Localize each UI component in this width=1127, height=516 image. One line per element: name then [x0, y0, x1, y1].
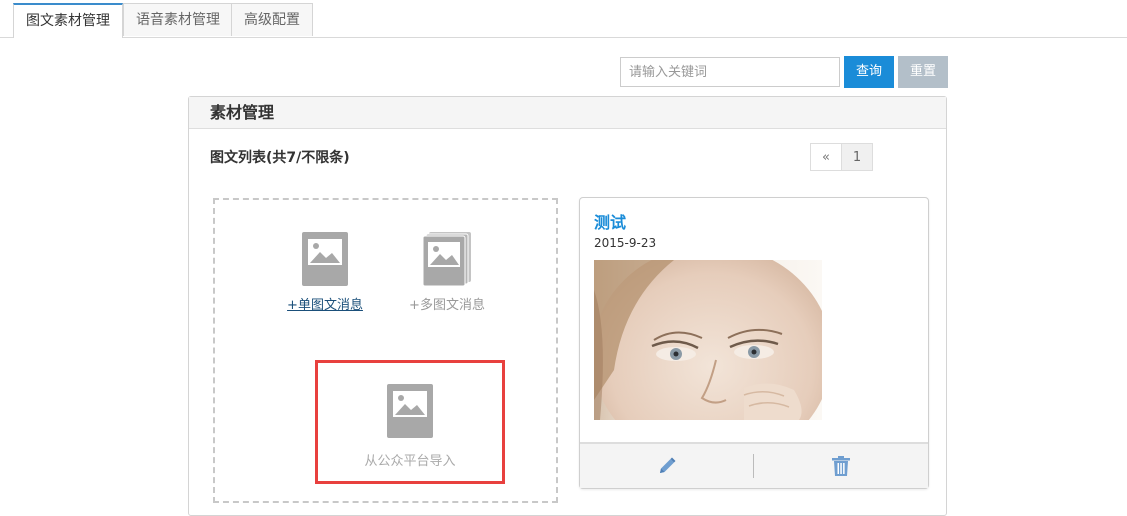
material-panel: 素材管理 图文列表(共7/不限条) « 1 +单图文消息 +多图文消息 从公众平… — [188, 96, 947, 516]
multi-image-icon — [423, 232, 471, 286]
pager-prev-button[interactable]: « — [810, 143, 842, 171]
import-label: 从公众平台导入 — [364, 454, 456, 469]
image-icon — [387, 384, 433, 438]
add-material-area: +单图文消息 +多图文消息 从公众平台导入 — [213, 198, 558, 503]
list-title: 图文列表(共7/不限条) — [210, 150, 350, 166]
article-title[interactable]: 测试 — [594, 209, 626, 233]
tab-voice-material[interactable]: 语音素材管理 — [123, 3, 233, 36]
article-card: 测试 2015-9-23 — [579, 197, 929, 489]
pagination: « 1 — [810, 143, 873, 171]
query-button[interactable]: 查询 — [844, 56, 894, 88]
pager-page-1[interactable]: 1 — [841, 143, 873, 171]
article-date: 2015-9-23 — [594, 236, 657, 250]
tab-bar: 图文素材管理 语音素材管理 高级配置 — [0, 0, 1127, 38]
article-actions — [580, 442, 928, 488]
add-single-label: +单图文消息 — [287, 298, 363, 313]
add-single-article-button[interactable]: +单图文消息 — [275, 232, 375, 313]
article-cover-image — [594, 260, 822, 420]
add-multi-label: +多图文消息 — [409, 298, 485, 313]
search-input[interactable] — [620, 57, 840, 87]
add-multi-article-button[interactable]: +多图文消息 — [387, 232, 507, 313]
tab-graphic-material[interactable]: 图文素材管理 — [13, 3, 123, 38]
trash-icon[interactable] — [832, 456, 850, 476]
import-from-platform-button[interactable]: 从公众平台导入 — [315, 360, 505, 484]
tab-advanced-config[interactable]: 高级配置 — [231, 3, 313, 36]
panel-title: 素材管理 — [189, 97, 946, 129]
image-icon — [302, 232, 348, 286]
pencil-icon[interactable] — [657, 456, 677, 476]
reset-button[interactable]: 重置 — [898, 56, 948, 88]
action-divider — [753, 454, 754, 478]
